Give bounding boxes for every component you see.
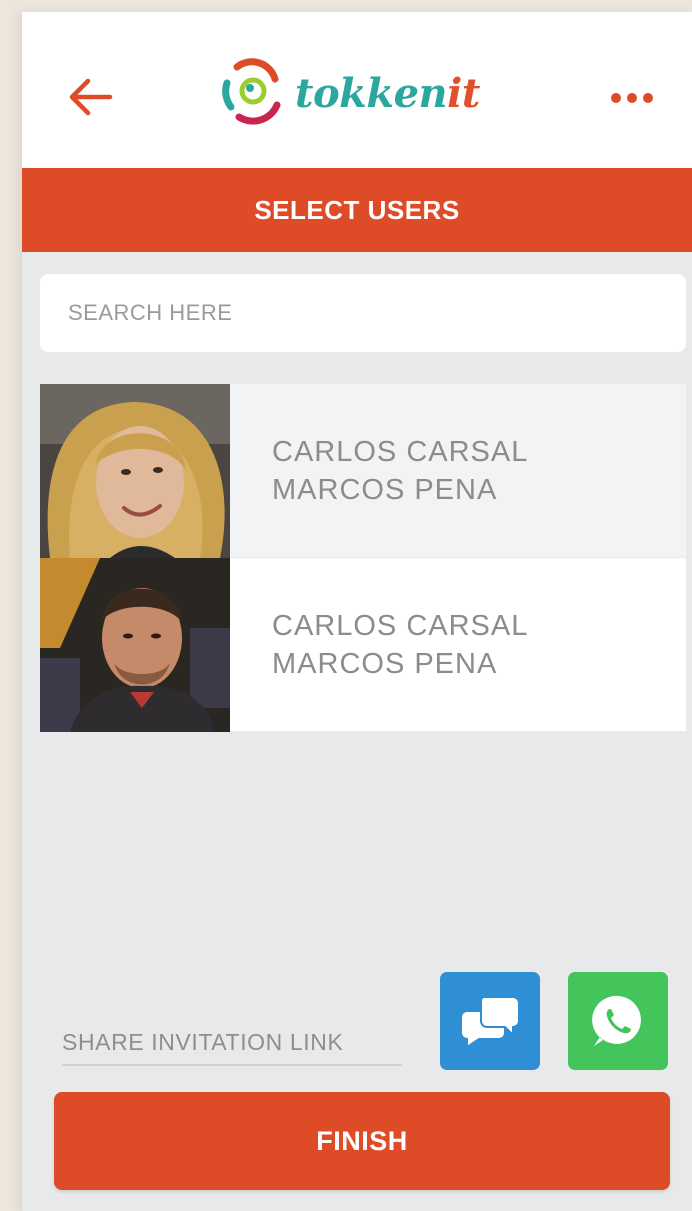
user-list-item[interactable]: CARLOS CARSAL MARCOS PENA xyxy=(40,558,686,732)
share-whatsapp-button[interactable] xyxy=(568,972,668,1070)
select-users-header: SELECT USERS xyxy=(22,168,692,252)
app-screen: tokkenit SELECT USERS SEARCH HERE CARLOS… xyxy=(22,12,692,1211)
top-bar: tokkenit xyxy=(22,12,692,168)
finish-button[interactable]: FINISH xyxy=(54,1092,670,1190)
logo-text: tokkenit xyxy=(295,70,480,117)
more-options-button[interactable] xyxy=(604,80,660,116)
user-list-item[interactable]: CARLOS CARSAL MARCOS PENA xyxy=(40,384,686,558)
share-invitation-link[interactable]: SHARE INVITATION LINK xyxy=(62,1020,402,1066)
user-name-line2: MARCOS PENA xyxy=(272,473,498,506)
share-label-text: SHARE INVITATION LINK xyxy=(62,1028,344,1055)
avatar xyxy=(40,384,230,558)
search-input[interactable] xyxy=(40,274,686,352)
back-button[interactable] xyxy=(64,72,118,122)
user-name-line1: CARLOS CARSAL xyxy=(272,609,529,642)
user-name: CARLOS CARSAL MARCOS PENA xyxy=(230,558,528,731)
man-photo xyxy=(40,558,230,732)
chat-bubbles-icon xyxy=(460,996,520,1049)
whatsapp-icon xyxy=(592,995,641,1046)
user-name-line1: CARLOS CARSAL xyxy=(272,435,529,468)
logo-text-part2: it xyxy=(447,69,480,117)
logo-mark-icon xyxy=(222,58,281,125)
tokkenit-logo: tokkenit xyxy=(217,50,480,130)
logo-text-part1: tokken xyxy=(295,69,448,117)
user-name-line2: MARCOS PENA xyxy=(272,647,498,680)
more-dots-icon xyxy=(611,93,653,103)
avatar xyxy=(40,558,230,732)
page-title: SELECT USERS xyxy=(254,194,460,225)
arrow-left-icon xyxy=(69,78,113,116)
woman-photo xyxy=(40,384,230,558)
user-list: CARLOS CARSAL MARCOS PENA CARLOS CARSAL … xyxy=(40,384,686,732)
share-chat-button[interactable] xyxy=(440,972,540,1070)
user-name: CARLOS CARSAL MARCOS PENA xyxy=(230,384,528,557)
